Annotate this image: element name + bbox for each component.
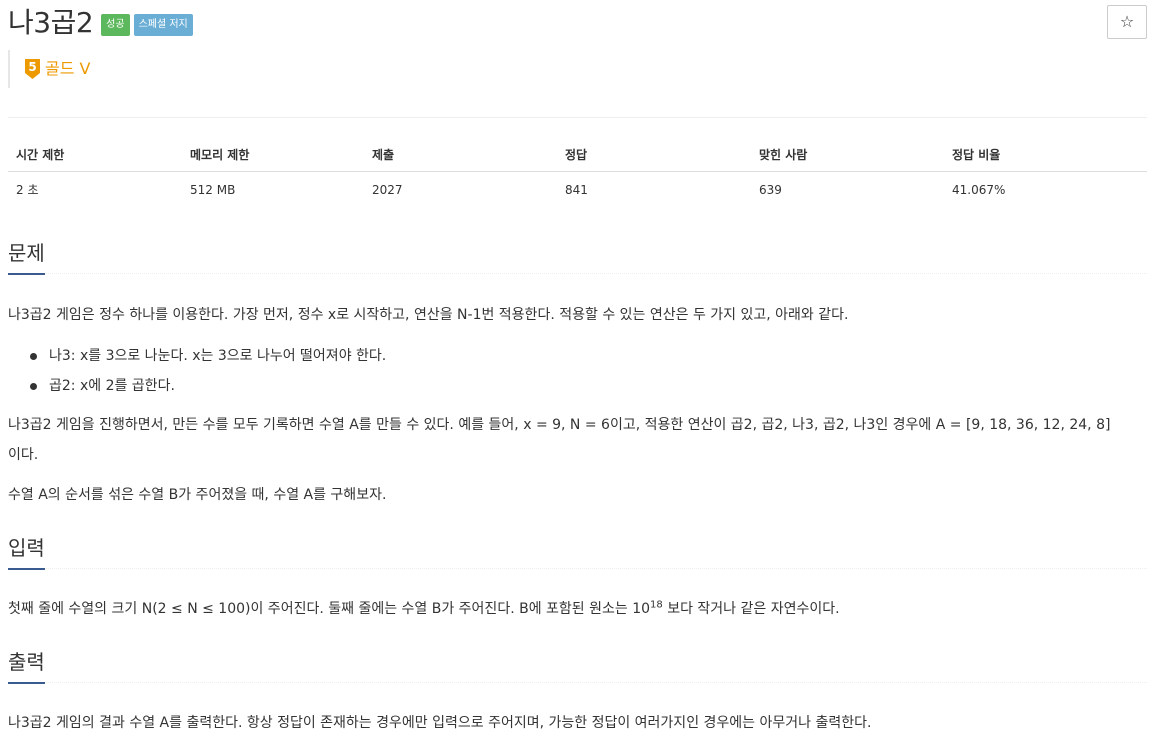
star-icon: ☆ (1119, 12, 1135, 31)
stats-header-row: 시간 제한 메모리 제한 제출 정답 맞힌 사람 정답 비율 (8, 137, 1147, 172)
stats-value-memory: 512 MB (190, 182, 236, 197)
list-item: 나3: x를 3으로 나눈다. x는 3으로 나누어 떨어져야 한다. (8, 341, 386, 371)
stats-header-ratio: 정답 비율 (952, 147, 1001, 162)
bullet-icon (30, 352, 37, 360)
list-item-text: 나3: x를 3으로 나눈다. x는 3으로 나누어 떨어져야 한다. (49, 348, 387, 364)
stats-value-solvers[interactable]: 639 (759, 183, 952, 197)
input-superscript: 18 (650, 599, 663, 611)
stats-value-ratio: 41.067% (952, 182, 1006, 197)
input-text-before: 첫째 줄에 수열의 크기 N(2 ≤ N ≤ 100)이 주어진다. 둘째 줄에… (8, 601, 651, 617)
problem-paragraph-2: 나3곱2 게임을 진행하면서, 만든 수를 모두 기록하면 수열 A를 만들 수… (8, 410, 1147, 470)
list-item: 곱2: x에 2를 곱한다. (8, 371, 386, 401)
output-heading: 출력 (8, 647, 45, 684)
tier-label[interactable]: 골드 V (45, 58, 90, 80)
stats-header-solvers: 맞힌 사람 (759, 147, 808, 162)
stats-header-accepted: 정답 (565, 147, 588, 162)
problem-paragraph-1: 나3곱2 게임은 정수 하나를 이용한다. 가장 먼저, 정수 x로 시작하고,… (8, 307, 849, 323)
stats-header-memory: 메모리 제한 (190, 147, 250, 162)
problem-section-header: 문제 (8, 238, 1147, 275)
output-section-header: 출력 (8, 647, 1147, 684)
problem-title: 나3곱2 (8, 6, 94, 39)
input-heading: 입력 (8, 533, 45, 570)
bullet-icon (30, 382, 37, 390)
gold-tier-icon: 5 (25, 59, 40, 79)
title-row: 나3곱2 성공 스페셜 저지 (8, 3, 193, 43)
output-description: 나3곱2 게임의 결과 수열 A를 출력한다. 항상 정답이 존재하는 경우에만… (8, 715, 872, 731)
list-item-text: 곱2: x에 2를 곱한다. (49, 378, 175, 394)
stats-value-accepted: 841 (565, 182, 588, 197)
special-judge-badge: 스페셜 저지 (133, 14, 193, 36)
success-badge: 성공 (101, 14, 130, 36)
input-description: 첫째 줄에 수열의 크기 N(2 ≤ N ≤ 100)이 주어진다. 둘째 줄에… (8, 594, 1147, 624)
stats-header-submissions: 제출 (372, 147, 395, 162)
star-button[interactable]: ☆ (1107, 5, 1147, 39)
tier-icon-number: 5 (28, 60, 36, 74)
divider (8, 117, 1147, 118)
stats-table: 시간 제한 메모리 제한 제출 정답 맞힌 사람 정답 비율 2 초 512 M… (8, 137, 1147, 207)
stats-value-submissions[interactable]: 2027 (372, 183, 565, 197)
problem-paragraph-2-line-2: 이다. (8, 447, 39, 463)
problem-paragraph-2-line-1: 나3곱2 게임을 진행하면서, 만든 수를 모두 기록하면 수열 A를 만들 수… (8, 417, 1111, 433)
tier-box: 5 골드 V (8, 50, 90, 88)
stats-value-row: 2 초 512 MB 2027 841 639 41.067% (8, 172, 1147, 207)
problem-page: 나3곱2 성공 스페셜 저지 ☆ 5 골드 V 시간 제한 메모리 제한 제출 … (0, 0, 1155, 739)
operation-list: 나3: x를 3으로 나눈다. x는 3으로 나누어 떨어져야 한다. 곱2: … (8, 341, 386, 401)
stats-value-time: 2 초 (16, 183, 39, 197)
problem-heading: 문제 (8, 238, 45, 275)
stats-header-time: 시간 제한 (16, 147, 65, 162)
input-text-after: 보다 작거나 같은 자연수이다. (662, 601, 840, 617)
problem-paragraph-3: 수열 A의 순서를 섞은 수열 B가 주어졌을 때, 수열 A를 구해보자. (8, 487, 387, 503)
input-section-header: 입력 (8, 533, 1147, 570)
